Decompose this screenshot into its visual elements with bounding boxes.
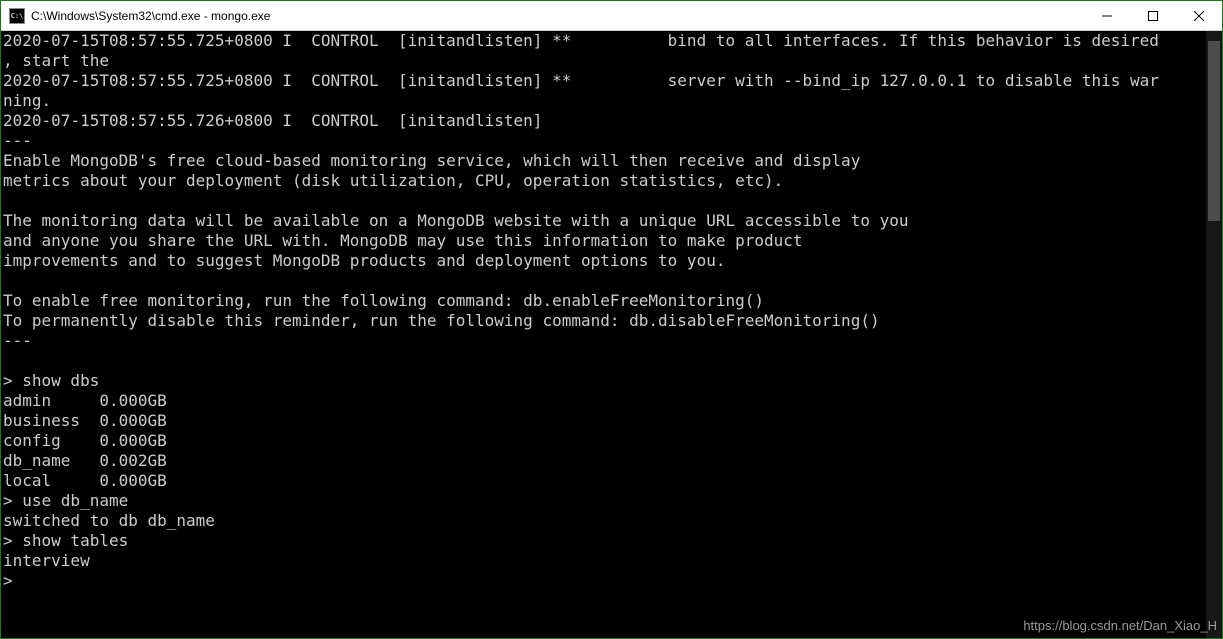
terminal-line: improvements and to suggest MongoDB prod… xyxy=(3,251,1220,271)
terminal-line: > show dbs xyxy=(3,371,1220,391)
maximize-icon xyxy=(1148,11,1158,21)
terminal-line: local 0.000GB xyxy=(3,471,1220,491)
window-title: C:\Windows\System32\cmd.exe - mongo.exe xyxy=(31,9,1084,23)
terminal-line: interview xyxy=(3,551,1220,571)
cmd-icon: C:\ xyxy=(9,8,25,24)
watermark: https://blog.csdn.net/Dan_Xiao_H xyxy=(1023,618,1217,633)
titlebar[interactable]: C:\ C:\Windows\System32\cmd.exe - mongo.… xyxy=(1,1,1222,31)
terminal-area[interactable]: 2020-07-15T08:57:55.725+0800 I CONTROL [… xyxy=(1,31,1222,638)
terminal-line: 2020-07-15T08:57:55.725+0800 I CONTROL [… xyxy=(3,31,1220,51)
terminal-line: > show tables xyxy=(3,531,1220,551)
window-controls xyxy=(1084,1,1222,30)
terminal-line: To enable free monitoring, run the follo… xyxy=(3,291,1220,311)
terminal-line: 2020-07-15T08:57:55.726+0800 I CONTROL [… xyxy=(3,111,1220,131)
terminal-line: 2020-07-15T08:57:55.725+0800 I CONTROL [… xyxy=(3,71,1220,91)
terminal-line: business 0.000GB xyxy=(3,411,1220,431)
terminal-line xyxy=(3,271,1220,291)
terminal-line: --- xyxy=(3,131,1220,151)
terminal-line: switched to db db_name xyxy=(3,511,1220,531)
terminal-output: 2020-07-15T08:57:55.725+0800 I CONTROL [… xyxy=(1,31,1222,591)
minimize-button[interactable] xyxy=(1084,1,1130,30)
terminal-line: config 0.000GB xyxy=(3,431,1220,451)
minimize-icon xyxy=(1102,11,1112,21)
close-button[interactable] xyxy=(1176,1,1222,30)
terminal-line: db_name 0.002GB xyxy=(3,451,1220,471)
terminal-line: To permanently disable this reminder, ru… xyxy=(3,311,1220,331)
maximize-button[interactable] xyxy=(1130,1,1176,30)
terminal-line: --- xyxy=(3,331,1220,351)
scrollbar-thumb[interactable] xyxy=(1208,41,1220,221)
terminal-line: ning. xyxy=(3,91,1220,111)
terminal-line: and anyone you share the URL with. Mongo… xyxy=(3,231,1220,251)
scrollbar-vertical[interactable] xyxy=(1206,31,1222,638)
close-icon xyxy=(1194,11,1204,21)
terminal-line: metrics about your deployment (disk util… xyxy=(3,171,1220,191)
terminal-line: admin 0.000GB xyxy=(3,391,1220,411)
terminal-line: , start the xyxy=(3,51,1220,71)
terminal-line: Enable MongoDB's free cloud-based monito… xyxy=(3,151,1220,171)
terminal-line xyxy=(3,351,1220,371)
terminal-line: The monitoring data will be available on… xyxy=(3,211,1220,231)
terminal-line xyxy=(3,191,1220,211)
cmd-window: C:\ C:\Windows\System32\cmd.exe - mongo.… xyxy=(1,1,1222,638)
terminal-line: > use db_name xyxy=(3,491,1220,511)
terminal-line: > xyxy=(3,571,1220,591)
